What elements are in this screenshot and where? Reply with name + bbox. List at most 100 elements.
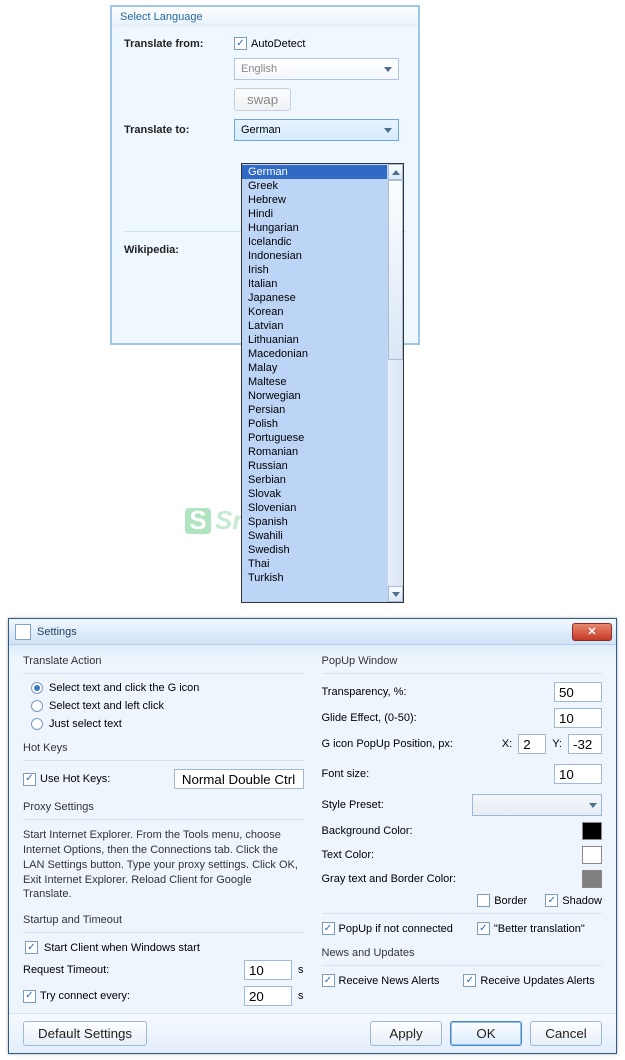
dropdown-item[interactable]: Hindi xyxy=(242,207,387,221)
dropdown-item[interactable]: Korean xyxy=(242,305,387,319)
scrollbar-track[interactable] xyxy=(388,360,403,586)
try-connect-input[interactable] xyxy=(244,986,292,1006)
news-title: News and Updates xyxy=(322,947,603,959)
receive-news-checkbox[interactable]: ✓ Receive News Alerts xyxy=(322,974,440,987)
gray-color-swatch[interactable] xyxy=(582,870,602,888)
divider xyxy=(23,673,304,674)
proxy-instructions: Start Internet Explorer. From the Tools … xyxy=(23,828,304,902)
better-translation-checkbox[interactable]: ✓ "Better translation" xyxy=(477,922,585,935)
dropdown-item[interactable]: Latvian xyxy=(242,319,387,333)
dropdown-item[interactable]: Indonesian xyxy=(242,249,387,263)
use-hotkeys-label: Use Hot Keys: xyxy=(40,773,110,785)
translate-to-dropdown-list[interactable]: GermanGreekHebrewHindiHungarianIcelandic… xyxy=(241,163,404,603)
check-icon: ✓ xyxy=(477,894,490,907)
gicon-y-input[interactable] xyxy=(568,734,602,754)
receive-updates-label: Receive Updates Alerts xyxy=(480,975,594,987)
shadow-checkbox[interactable]: ✓ Shadow xyxy=(545,894,602,907)
dropdown-item[interactable]: Slovenian xyxy=(242,501,387,515)
check-icon: ✓ xyxy=(234,37,247,50)
cancel-button[interactable]: Cancel xyxy=(530,1021,602,1046)
translate-from-combo[interactable]: English xyxy=(234,58,399,80)
style-preset-combo[interactable] xyxy=(472,794,602,816)
window-title: Settings xyxy=(37,626,77,638)
close-button[interactable]: ✕ xyxy=(572,623,612,641)
dropdown-item[interactable]: Hungarian xyxy=(242,221,387,235)
dropdown-item[interactable]: Slovak xyxy=(242,487,387,501)
gicon-x-input[interactable] xyxy=(518,734,546,754)
scroll-down-button[interactable] xyxy=(388,586,403,602)
dropdown-item[interactable]: Thai xyxy=(242,557,387,571)
dropdown-item[interactable]: Norwegian xyxy=(242,389,387,403)
dropdown-item[interactable]: Macedonian xyxy=(242,347,387,361)
dropdown-item[interactable]: Greek xyxy=(242,179,387,193)
ok-button[interactable]: OK xyxy=(450,1021,522,1046)
request-timeout-label: Request Timeout: xyxy=(23,964,238,976)
divider xyxy=(23,932,304,933)
dropdown-item[interactable]: Italian xyxy=(242,277,387,291)
dropdown-item[interactable]: Russian xyxy=(242,459,387,473)
popup-title: PopUp Window xyxy=(322,655,603,667)
apply-button[interactable]: Apply xyxy=(370,1021,442,1046)
dropdown-item[interactable]: Swedish xyxy=(242,543,387,557)
dropdown-item[interactable]: Malay xyxy=(242,361,387,375)
titlebar[interactable]: Settings ✕ xyxy=(9,619,616,645)
scroll-up-button[interactable] xyxy=(388,164,403,180)
y-label: Y: xyxy=(552,738,562,750)
radio-option-justselect[interactable]: Just select text xyxy=(23,718,304,730)
dropdown-item[interactable]: Icelandic xyxy=(242,235,387,249)
dropdown-item[interactable]: Swahili xyxy=(242,529,387,543)
receive-news-label: Receive News Alerts xyxy=(339,975,440,987)
dropdown-item[interactable]: Irish xyxy=(242,263,387,277)
divider xyxy=(322,913,603,914)
snapfiles-icon: S xyxy=(185,508,211,534)
autodetect-checkbox[interactable]: ✓ AutoDetect xyxy=(234,37,305,50)
use-hotkeys-checkbox[interactable]: ✓ Use Hot Keys: xyxy=(23,773,110,786)
hotkeys-input[interactable] xyxy=(174,769,304,789)
x-label: X: xyxy=(502,738,512,750)
dropdown-item[interactable]: Japanese xyxy=(242,291,387,305)
check-icon: ✓ xyxy=(477,922,490,935)
startup-title: Startup and Timeout xyxy=(23,914,304,926)
divider xyxy=(322,673,603,674)
dropdown-item[interactable]: Maltese xyxy=(242,375,387,389)
scrollbar-thumb[interactable] xyxy=(388,180,403,360)
dropdown-item[interactable]: Serbian xyxy=(242,473,387,487)
start-with-windows-checkbox[interactable]: ✓ Start Client when Windows start xyxy=(23,941,304,954)
dropdown-item[interactable]: Portuguese xyxy=(242,431,387,445)
swap-button[interactable]: swap xyxy=(234,88,291,111)
default-settings-button[interactable]: Default Settings xyxy=(23,1021,147,1046)
dropdown-item[interactable]: Polish xyxy=(242,417,387,431)
text-color-label: Text Color: xyxy=(322,849,577,861)
radio-icon xyxy=(31,682,43,694)
radio-option-leftclick[interactable]: Select text and left click xyxy=(23,700,304,712)
check-icon: ✓ xyxy=(545,894,558,907)
bg-color-swatch[interactable] xyxy=(582,822,602,840)
radio-option-gicon[interactable]: Select text and click the G icon xyxy=(23,682,304,694)
font-size-input[interactable] xyxy=(554,764,602,784)
radio-icon xyxy=(31,718,43,730)
check-icon: ✓ xyxy=(23,990,36,1003)
translate-to-combo[interactable]: German xyxy=(234,119,399,141)
try-connect-label: Try connect every: xyxy=(40,990,130,1002)
glide-input[interactable] xyxy=(554,708,602,728)
try-connect-checkbox[interactable]: ✓ Try connect every: xyxy=(23,990,130,1003)
popup-if-label: PopUp if not connected xyxy=(339,923,453,935)
dropdown-item[interactable]: Turkish xyxy=(242,571,387,585)
autodetect-label: AutoDetect xyxy=(251,38,305,50)
radio-label: Just select text xyxy=(49,718,122,730)
dropdown-item[interactable]: Spanish xyxy=(242,515,387,529)
transparency-input[interactable] xyxy=(554,682,602,702)
dropdown-item[interactable]: German xyxy=(242,165,387,179)
dropdown-item[interactable]: Romanian xyxy=(242,445,387,459)
dropdown-item[interactable]: Lithuanian xyxy=(242,333,387,347)
transparency-label: Transparency, %: xyxy=(322,686,549,698)
popup-if-not-connected-checkbox[interactable]: ✓ PopUp if not connected xyxy=(322,922,453,935)
dropdown-item[interactable]: Persian xyxy=(242,403,387,417)
hotkeys-title: Hot Keys xyxy=(23,742,304,754)
request-timeout-input[interactable] xyxy=(244,960,292,980)
dropdown-item[interactable]: Hebrew xyxy=(242,193,387,207)
border-checkbox[interactable]: ✓ Border xyxy=(477,894,527,907)
receive-updates-checkbox[interactable]: ✓ Receive Updates Alerts xyxy=(463,974,594,987)
text-color-swatch[interactable] xyxy=(582,846,602,864)
scrollbar[interactable] xyxy=(387,164,403,602)
